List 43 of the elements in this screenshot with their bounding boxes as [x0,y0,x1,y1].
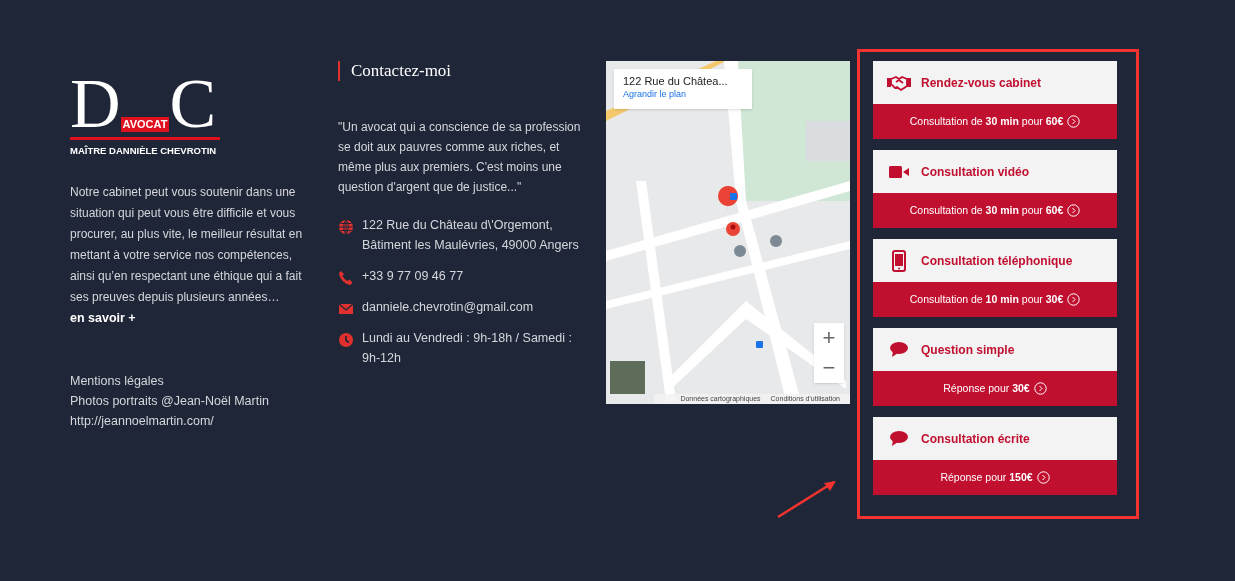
logo-letter: D [70,74,121,134]
contact-text: danniele.chevrotin@gmail.com [362,299,534,316]
contact-text: +33 9 77 09 46 77 [362,268,464,285]
contact-text: 122 Rue du Château d\'Orgemont, Bâtiment les Maulévries, 49000 Angers [362,217,580,254]
logo-name: MAÎTRE DANNIÈLE CHEVROTIN [70,144,217,158]
section-title: Contactez-moi [351,60,452,83]
service-title: Rendez-vous cabinet [921,74,1042,92]
zoom-out-button[interactable]: − [814,353,844,383]
contact-text: Lundi au Vendredi : 9h-18h / Samedi : 9h-12h [362,330,573,367]
envelope-icon [338,301,354,317]
logo-badge: AVOCAT [120,117,170,132]
speech-bubble-icon [890,431,908,446]
chevron-circle-icon [1067,293,1081,306]
zoom-in-button[interactable]: + [814,323,844,353]
place-title: 122 Rue du Châtea... [623,74,729,88]
service-offer: Réponse pour 150€ [940,469,1033,485]
chevron-circle-icon [1067,204,1081,217]
chevron-circle-icon [1033,382,1047,395]
phone-icon [338,270,354,286]
logo-letter: C [169,74,217,134]
service-title: Consultation vidéo [921,163,1029,181]
chevron-circle-icon [1036,471,1050,484]
service-offer: Consultation de 30 min pour 60€ [909,113,1064,129]
arrow-drawing [776,479,838,519]
read-more-link[interactable]: en savoir + [70,308,268,329]
enlarge-map-link[interactable]: Agrandir le plan [623,88,743,101]
clock-icon [338,332,354,348]
service-title: Question simple [921,341,1015,359]
service-offer: Consultation de 10 min pour 30€ [909,291,1064,307]
service-offer: Consultation de 30 min pour 60€ [909,202,1064,218]
about-text: Notre cabinet peut vous soutenir dans une situation qui peut vous être difficile et vous procurer, au plus vite, le meilleur résultat en mettant à votre service nos compétences, ainsi qu’en respectant une éthique qui a fait ses preuves depuis plusieurs années… [70,184,304,306]
quote-text: "Un avocat qui a conscience de sa profession se doit aux pauvres comme aux riches, et même plus aux premiers. C'est moins une question d'argent que de justice..." [338,119,582,196]
service-title: Consultation téléphonique [921,252,1073,270]
service-offer: Réponse pour 30€ [943,380,1030,396]
footer-text: Photos portraits @Jean-Noël Martin http://jeannoelmartin.com/ [70,393,270,430]
smartphone-icon [892,249,906,272]
video-camera-icon [889,164,909,179]
footer-text: Mentions légales [70,373,165,390]
handshake-icon [886,74,912,91]
chevron-circle-icon [1067,115,1081,128]
globe-icon [338,219,354,235]
service-title: Consultation écrite [921,430,1030,448]
speech-bubble-icon [890,342,908,357]
